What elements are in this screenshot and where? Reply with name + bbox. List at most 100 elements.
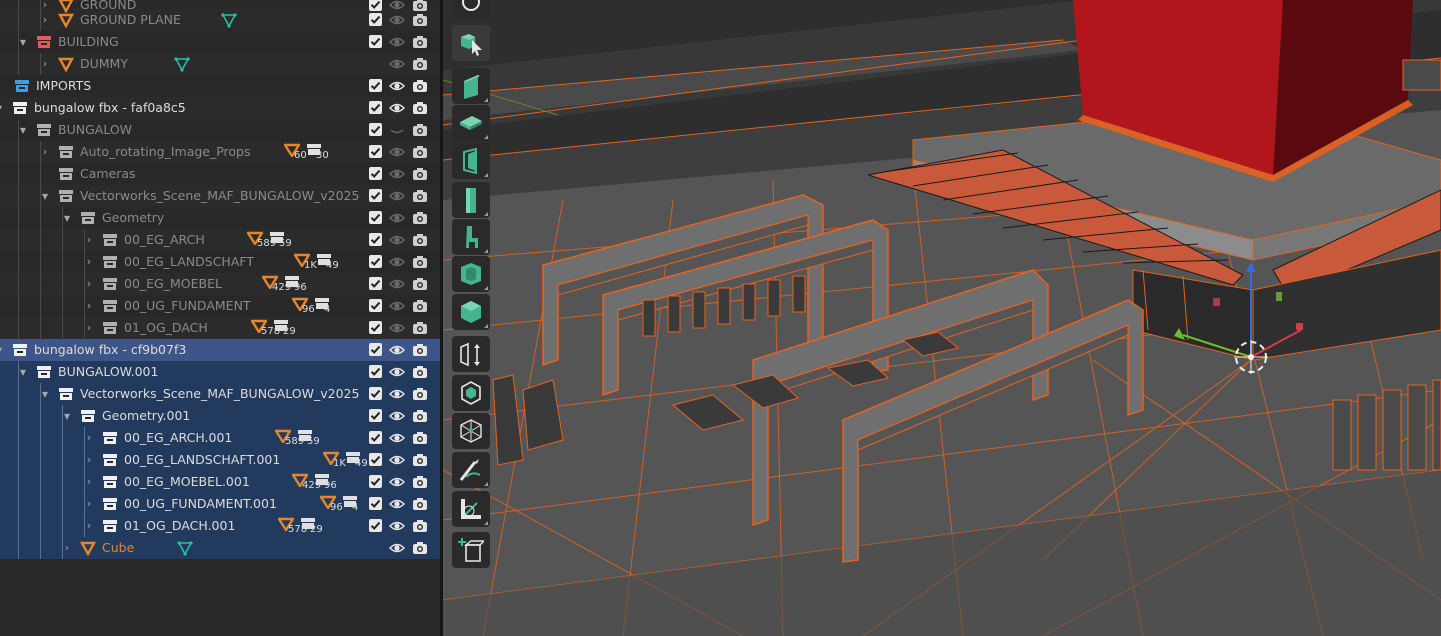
exclude-checkbox[interactable] bbox=[369, 233, 382, 246]
column-tool-button[interactable] bbox=[452, 182, 490, 218]
window-object-tool-button[interactable] bbox=[452, 256, 490, 292]
collapse-chevron-icon[interactable]: ▾ bbox=[16, 364, 30, 380]
child-count-badge[interactable]: 589 59 bbox=[247, 231, 307, 249]
camera-icon[interactable] bbox=[412, 298, 428, 314]
child-count-badge[interactable]: 578 29 bbox=[251, 319, 311, 337]
mesh-data-icon[interactable] bbox=[221, 12, 237, 28]
outliner-row[interactable]: IMPORTS bbox=[0, 75, 440, 97]
camera-icon[interactable] bbox=[412, 210, 428, 226]
child-count-badge[interactable]: 60 30 bbox=[284, 143, 344, 161]
camera-icon[interactable] bbox=[412, 386, 428, 402]
exclude-checkbox[interactable] bbox=[369, 35, 382, 48]
camera-icon[interactable] bbox=[412, 144, 428, 160]
outliner-row[interactable]: ▾ Vectorworks_Scene_MAF_BUNGALOW_v2025 bbox=[0, 185, 440, 207]
camera-icon[interactable] bbox=[412, 540, 428, 556]
camera-icon[interactable] bbox=[412, 12, 428, 28]
expand-chevron-icon[interactable]: › bbox=[82, 232, 96, 248]
exclude-checkbox[interactable] bbox=[369, 79, 382, 92]
child-count-badge[interactable]: 429 96 bbox=[292, 473, 352, 491]
camera-icon[interactable] bbox=[412, 276, 428, 292]
camera-icon[interactable] bbox=[412, 78, 428, 94]
eye-icon[interactable] bbox=[389, 386, 405, 402]
expand-chevron-icon[interactable]: › bbox=[38, 56, 52, 72]
outliner-row[interactable]: › Auto_rotating_Image_Props 60 30 bbox=[0, 141, 440, 163]
child-count-badge[interactable]: 578 29 bbox=[278, 517, 338, 535]
collapse-chevron-icon[interactable]: ▾ bbox=[16, 34, 30, 50]
select-box-tool-button[interactable] bbox=[452, 0, 490, 20]
exclude-checkbox[interactable] bbox=[369, 387, 382, 400]
collapse-chevron-icon[interactable]: ▾ bbox=[0, 100, 6, 116]
child-count-badge[interactable]: 429 96 bbox=[262, 275, 322, 293]
eye-closed-icon[interactable] bbox=[389, 122, 405, 138]
exclude-checkbox[interactable] bbox=[369, 13, 382, 26]
exclude-checkbox[interactable] bbox=[369, 497, 382, 510]
camera-icon[interactable] bbox=[412, 166, 428, 182]
exclude-checkbox[interactable] bbox=[369, 453, 382, 466]
eye-icon[interactable] bbox=[389, 430, 405, 446]
eye-icon[interactable] bbox=[389, 496, 405, 512]
wireframe-sphere-tool-button[interactable] bbox=[452, 413, 490, 449]
exclude-checkbox[interactable] bbox=[369, 123, 382, 136]
eye-icon[interactable] bbox=[389, 408, 405, 424]
outliner-row[interactable]: › 01_OG_DACH 578 29 bbox=[0, 317, 440, 339]
camera-icon[interactable] bbox=[412, 452, 428, 468]
expand-chevron-icon[interactable]: › bbox=[38, 12, 52, 28]
outliner-row[interactable]: › 00_EG_MOEBEL 429 96 bbox=[0, 273, 440, 295]
camera-icon[interactable] bbox=[412, 342, 428, 358]
camera-icon[interactable] bbox=[412, 364, 428, 380]
child-count-badge[interactable]: 96 4 bbox=[292, 297, 352, 315]
eye-icon[interactable] bbox=[389, 518, 405, 534]
outliner-row[interactable]: › Cube bbox=[0, 537, 440, 559]
annotate-tool-button[interactable] bbox=[452, 452, 490, 488]
exclude-checkbox[interactable] bbox=[369, 255, 382, 268]
exclude-checkbox[interactable] bbox=[369, 431, 382, 444]
outliner-row[interactable]: Cameras bbox=[0, 163, 440, 185]
add-cube-tool-button[interactable] bbox=[452, 532, 490, 568]
eye-icon[interactable] bbox=[389, 364, 405, 380]
outliner-row[interactable]: › 00_EG_ARCH.001 589 59 bbox=[0, 427, 440, 449]
3d-viewport[interactable] bbox=[443, 0, 1441, 636]
outliner-row[interactable]: › 00_EG_LANDSCHAFT 1K 49 bbox=[0, 251, 440, 273]
expand-chevron-icon[interactable]: › bbox=[82, 474, 96, 490]
camera-icon[interactable] bbox=[412, 474, 428, 490]
camera-icon[interactable] bbox=[412, 518, 428, 534]
outliner-row[interactable]: › DUMMY bbox=[0, 53, 440, 75]
eye-icon[interactable] bbox=[389, 34, 405, 50]
expand-chevron-icon[interactable]: › bbox=[82, 276, 96, 292]
eye-icon[interactable] bbox=[389, 276, 405, 292]
door-tool-button[interactable] bbox=[452, 143, 490, 179]
camera-icon[interactable] bbox=[412, 320, 428, 336]
outliner-row[interactable]: › GROUND PLANE bbox=[0, 9, 440, 31]
mesh-data-icon[interactable] bbox=[174, 56, 190, 72]
eye-icon[interactable] bbox=[389, 100, 405, 116]
exclude-checkbox[interactable] bbox=[369, 321, 382, 334]
eye-icon[interactable] bbox=[389, 320, 405, 336]
outliner-row[interactable]: ▾ BUILDING bbox=[0, 31, 440, 53]
eye-icon[interactable] bbox=[389, 298, 405, 314]
eye-icon[interactable] bbox=[389, 474, 405, 490]
expand-chevron-icon[interactable]: › bbox=[82, 452, 96, 468]
exclude-checkbox[interactable] bbox=[369, 167, 382, 180]
exclude-checkbox[interactable] bbox=[369, 475, 382, 488]
expand-chevron-icon[interactable]: › bbox=[38, 144, 52, 160]
collapse-chevron-icon[interactable]: ▾ bbox=[38, 386, 52, 402]
camera-icon[interactable] bbox=[412, 430, 428, 446]
measure-tool-button[interactable] bbox=[452, 491, 490, 527]
exclude-checkbox[interactable] bbox=[369, 343, 382, 356]
eye-icon[interactable] bbox=[389, 188, 405, 204]
camera-icon[interactable] bbox=[412, 100, 428, 116]
mesh-data-icon[interactable] bbox=[177, 540, 193, 556]
expand-chevron-icon[interactable]: › bbox=[82, 298, 96, 314]
camera-icon[interactable] bbox=[412, 34, 428, 50]
exclude-checkbox[interactable] bbox=[369, 519, 382, 532]
exclude-checkbox[interactable] bbox=[369, 211, 382, 224]
child-count-badge[interactable]: 1K 49 bbox=[294, 253, 354, 271]
camera-icon[interactable] bbox=[412, 254, 428, 270]
eye-icon[interactable] bbox=[389, 254, 405, 270]
outliner-row[interactable]: › 00_EG_LANDSCHAFT.001 1K 49 bbox=[0, 449, 440, 471]
box-tool-button[interactable] bbox=[452, 294, 490, 330]
collapse-chevron-icon[interactable]: ▾ bbox=[60, 210, 74, 226]
outliner-row[interactable]: › 00_UG_FUNDAMENT.001 96 4 bbox=[0, 493, 440, 515]
outliner-row[interactable]: ▾ Geometry.001 bbox=[0, 405, 440, 427]
eye-icon[interactable] bbox=[389, 210, 405, 226]
